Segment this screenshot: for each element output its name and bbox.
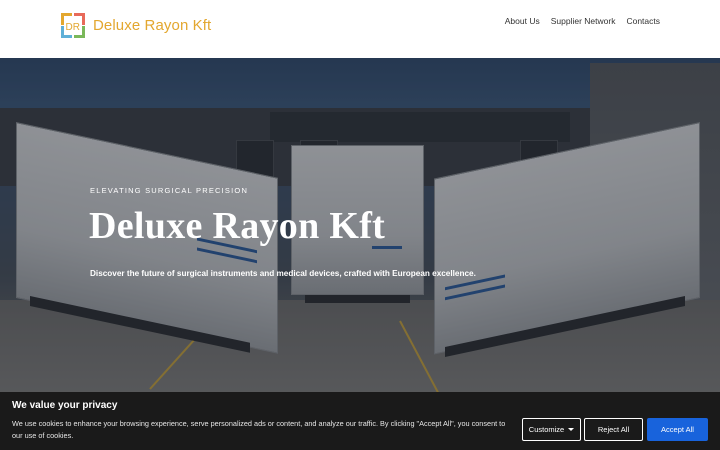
site-header: DR Deluxe Rayon Kft About Us Supplier Ne… <box>0 0 720 58</box>
cookie-banner-title: We value your privacy <box>12 400 118 411</box>
reject-all-button[interactable]: Reject All <box>584 418 643 441</box>
cookie-consent-banner: We value your privacy We use cookies to … <box>0 392 720 450</box>
logo-mark-letters: DR <box>66 22 80 33</box>
nav-about-us[interactable]: About Us <box>505 16 540 26</box>
nav-supplier-network[interactable]: Supplier Network <box>551 16 616 26</box>
accept-all-button-label: Accept All <box>661 425 694 434</box>
hero-title: Deluxe Rayon Kft <box>89 205 386 247</box>
accept-all-button[interactable]: Accept All <box>647 418 708 441</box>
logo-text[interactable]: Deluxe Rayon Kft <box>93 17 211 34</box>
cookie-banner-text: We use cookies to enhance your browsing … <box>12 419 506 440</box>
hero-kicker: ELEVATING SURGICAL PRECISION <box>90 186 249 195</box>
customize-button[interactable]: Customize <box>522 418 581 441</box>
customize-button-label: Customize <box>528 425 565 434</box>
hero-description: Discover the future of surgical instrume… <box>90 269 476 278</box>
reject-all-button-label: Reject All <box>597 425 630 434</box>
logo-mark-icon: DR <box>61 13 85 38</box>
nav-contacts[interactable]: Contacts <box>626 16 660 26</box>
main-nav: About Us Supplier Network Contacts <box>494 16 660 26</box>
caret-down-icon <box>568 428 575 431</box>
logo[interactable]: DR Deluxe Rayon Kft <box>60 12 211 39</box>
